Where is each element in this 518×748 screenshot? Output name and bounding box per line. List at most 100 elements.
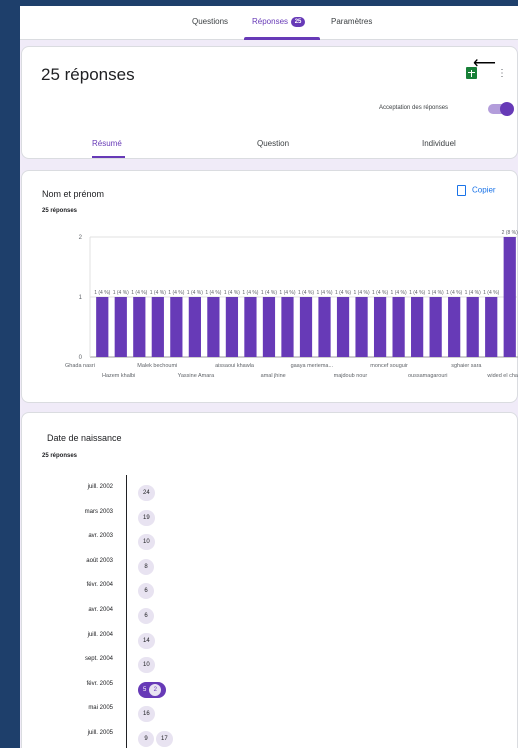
chart-bar [429, 297, 442, 357]
chart-bar [355, 297, 368, 357]
x-tick-label: Yassine Amara [178, 373, 216, 379]
day-pill[interactable]: 10 [138, 534, 155, 551]
names-bar-chart: 0121 (4 %) 1 (4 %) 1 (4 %) 1 (4 %) 1 (4 %) 1 … [65, 230, 518, 379]
data-label: 1 (4 %) [465, 290, 481, 296]
day-pill[interactable]: 19 [138, 509, 155, 526]
chart-bar [299, 297, 313, 357]
data-label: 1 (4 %) [94, 290, 110, 296]
chart-bar [244, 297, 257, 357]
date-row: août 2003 8 [22, 555, 518, 575]
chart-bar [318, 297, 331, 357]
chart-bar [281, 297, 294, 357]
data-label: 1 (4 %) [113, 290, 129, 296]
chart-bar [392, 297, 405, 357]
day-pill-count: 2 [149, 683, 162, 696]
x-tick-label: aissaoui khawla [215, 363, 255, 369]
date-label: sept. 2004 [84, 656, 113, 663]
accept-responses-toggle[interactable] [488, 102, 514, 116]
subtab-individual[interactable]: Individuel [422, 139, 456, 148]
responses-page: Questions Réponses 25 Paramètres 25 répon… [20, 6, 518, 748]
day-pills: 6 [138, 579, 156, 600]
chart-bar [225, 297, 239, 357]
day-pill[interactable]: 52 [138, 681, 167, 698]
date-row: mai 2005 16 [22, 702, 518, 723]
data-label: 1 (4 %) [261, 290, 277, 296]
day-pill-value: 17 [161, 736, 168, 742]
day-pill[interactable]: 6 [138, 583, 154, 600]
day-pill[interactable]: 24 [138, 485, 155, 501]
day-pill[interactable]: 10 [138, 657, 155, 674]
active-subtab-indicator [92, 156, 125, 158]
day-pill-value: 10 [143, 662, 150, 669]
data-label: 1 (4 %) [409, 290, 425, 296]
chart-bar [336, 297, 350, 357]
chart-bar [448, 297, 461, 357]
day-pills: 52 [138, 678, 168, 698]
date-row: juill. 2004 14 [22, 629, 518, 649]
data-label: 1 (4 %) [428, 290, 444, 296]
x-tick-label: amal jhine [261, 373, 286, 379]
day-pill-value: 14 [143, 637, 150, 644]
day-pill[interactable]: 9 [138, 731, 154, 747]
day-pills: 10 [138, 653, 157, 674]
date-label: août 2003 [86, 557, 113, 564]
date-row: avr. 2003 10 [22, 530, 518, 551]
chart-bar [503, 237, 516, 357]
more-vert-icon[interactable]: ⋮ [496, 67, 508, 81]
subtab-question[interactable]: Question [257, 139, 289, 148]
day-pill-value: 10 [143, 539, 150, 546]
data-label: 1 (4 %) [316, 290, 332, 296]
day-pills: 10 [138, 530, 157, 551]
date-label: avr. 2003 [88, 533, 113, 540]
chart-bar [114, 297, 127, 357]
responses-count-badge: 25 [291, 17, 306, 27]
day-pill-value: 19 [143, 514, 150, 521]
day-pills: 19 [138, 506, 157, 526]
chart-bar [373, 297, 387, 357]
data-label: 1 (4 %) [391, 290, 407, 296]
x-tick-label: Malek bechoumi [137, 363, 177, 369]
chart-bar [485, 297, 498, 357]
x-tick-label: moncef souguir [370, 363, 408, 369]
day-pill[interactable]: 17 [156, 731, 173, 747]
data-label: 1 (4 %) [131, 290, 147, 296]
chart-bar [466, 297, 479, 357]
tab-settings[interactable]: Paramètres [331, 17, 372, 26]
day-pill[interactable]: 8 [138, 558, 154, 575]
chart-bar [207, 297, 220, 357]
day-pills: 24 [138, 481, 157, 501]
day-pill-value: 5 [143, 686, 147, 693]
summary-card: 25 réponses ⋮ Acceptation des réponses R… [21, 46, 518, 159]
toggle-knob [500, 102, 514, 116]
tab-responses-label: Réponses [252, 17, 289, 27]
date-row: févr. 2005 5 2 [22, 678, 518, 698]
data-label: 1 (4 %) [168, 290, 184, 296]
day-pills: 16 [138, 702, 157, 723]
date-label: juill. 2002 [87, 484, 113, 490]
chart-bar [96, 297, 109, 357]
top-tab-bar: Questions Réponses 25 Paramètres [20, 6, 518, 40]
day-pill-value: 6 [144, 588, 148, 595]
y-tick-label: 1 [79, 295, 83, 301]
tab-responses[interactable]: Réponses 25 [252, 17, 306, 27]
data-label: 2 (8 %) [502, 230, 518, 236]
subtab-summary[interactable]: Résumé [92, 139, 122, 148]
data-label: 1 (4 %) [150, 290, 166, 296]
day-pill[interactable]: 16 [138, 706, 155, 723]
chart-bar [133, 297, 146, 357]
date-row: juill. 2002 24 [22, 481, 518, 501]
day-pills: 9 17 [138, 727, 175, 747]
tab-questions[interactable]: Questions [192, 17, 228, 26]
date-row: juill. 2005 9 17 [22, 727, 518, 747]
day-pill[interactable]: 14 [138, 632, 155, 649]
day-pill[interactable]: 6 [138, 608, 154, 624]
active-tab-indicator [244, 37, 320, 40]
date-row: févr. 2004 6 [22, 579, 518, 600]
x-tick-label: majdoub nour [334, 373, 368, 379]
chart-bar [262, 297, 276, 357]
x-tick-label: gaaya meriema... [291, 363, 334, 369]
day-pill-value: 8 [144, 563, 148, 570]
data-label: 1 (4 %) [354, 290, 370, 296]
chart-bar [170, 297, 183, 357]
question-title: Date de naissance [47, 433, 122, 443]
